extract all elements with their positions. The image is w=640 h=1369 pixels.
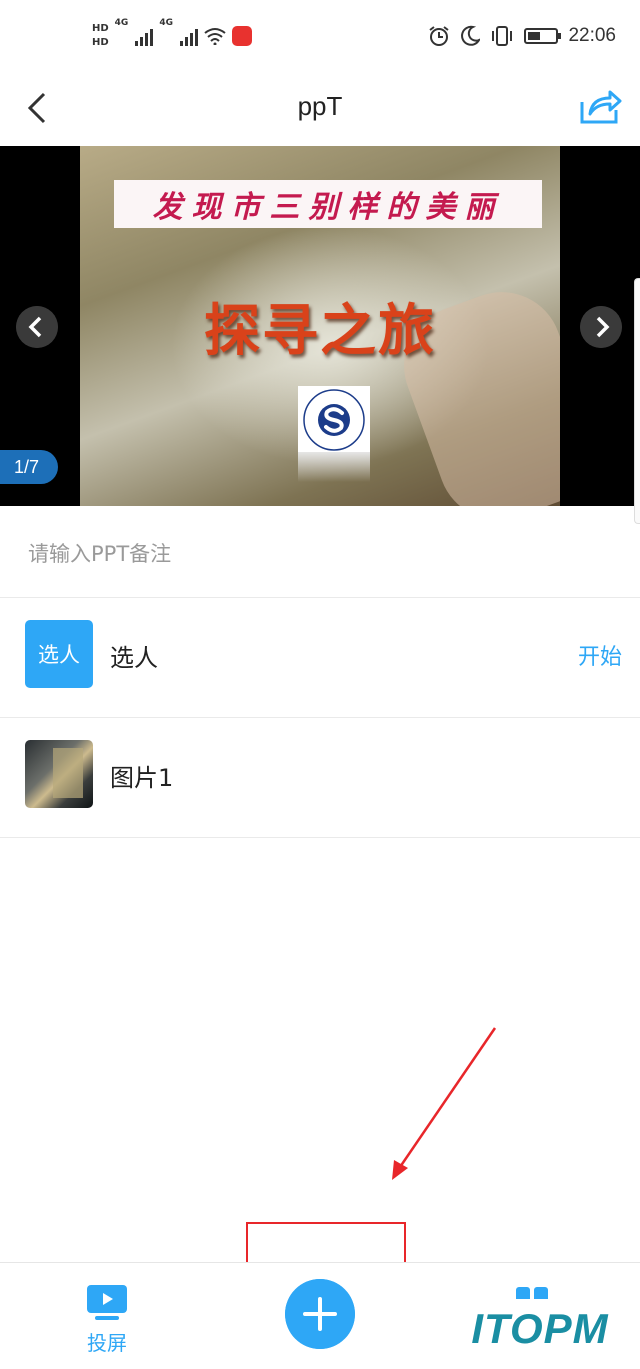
select-person-icon: 选人 [25, 620, 93, 688]
next-slide-button[interactable] [580, 306, 622, 348]
note-input[interactable] [28, 534, 588, 574]
battery-icon [524, 28, 562, 44]
annotation-arrow-icon [392, 1027, 497, 1180]
wifi-icon [204, 28, 226, 45]
list-item-label: 图片1 [110, 764, 174, 792]
status-left: HD HD 4G 4G [92, 18, 252, 54]
school-logo-icon [298, 386, 370, 452]
cast-screen-icon [87, 1285, 127, 1320]
cast-screen-label: 投屏 [87, 1331, 127, 1355]
hd2-label: HD [92, 37, 109, 48]
status-right: 22:06 [428, 22, 616, 50]
share-icon[interactable] [578, 84, 622, 128]
start-button[interactable]: 开始 [578, 640, 622, 676]
slide-viewer[interactable]: 发现市三别样的美丽 探寻之旅 1/7 [0, 146, 640, 506]
add-button[interactable] [285, 1279, 355, 1349]
hd1-label: HD [92, 23, 109, 34]
signal-icon [135, 26, 154, 46]
slide-title: 探寻之旅 [204, 298, 436, 364]
school-logo-reflection [298, 452, 370, 482]
image-thumbnail [25, 740, 93, 808]
network1-label: 4G [114, 18, 129, 28]
slide-banner-text: 发现市三别样的美丽 [152, 190, 504, 225]
watermark-text: ITOPM [471, 1305, 609, 1352]
page-title: ppT [297, 91, 343, 121]
moon-icon [461, 25, 481, 46]
watermark-logo: ITOPM [450, 1299, 630, 1359]
nav-header: ppT [0, 72, 640, 146]
scrollbar[interactable] [634, 278, 640, 524]
signal-icon-2 [179, 26, 198, 46]
status-bar: HD HD 4G 4G 22:06 [0, 0, 640, 72]
prev-slide-button[interactable] [16, 306, 58, 348]
slide-banner: 发现市三别样的美丽 [114, 180, 542, 228]
slide-preview[interactable]: 发现市三别样的美丽 探寻之旅 [80, 146, 560, 506]
hd-indicator: HD HD [92, 23, 109, 49]
clock-time: 22:06 [568, 25, 616, 46]
page-indicator: 1/7 [0, 450, 58, 484]
note-section [0, 506, 640, 598]
list-item-image[interactable]: 图片1 [0, 718, 640, 838]
vibrate-icon [492, 26, 513, 46]
network2-label: 4G [159, 18, 173, 28]
bottom-bar: 投屏 ITOPM [0, 1262, 640, 1369]
list-item-label: 选人 [110, 644, 158, 672]
cast-screen-tab[interactable]: 投屏 [72, 1283, 142, 1363]
alarm-icon [429, 26, 450, 46]
list-item-select-person[interactable]: 选人 选人 开始 [0, 598, 640, 718]
app-notification-icon [231, 26, 252, 46]
